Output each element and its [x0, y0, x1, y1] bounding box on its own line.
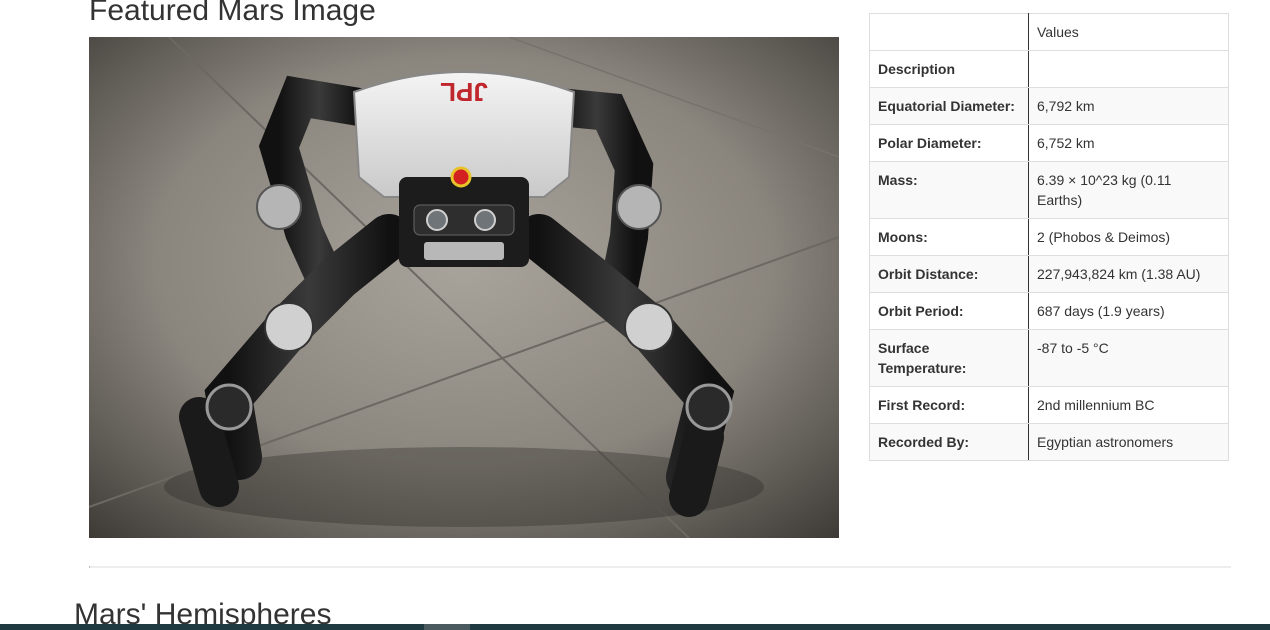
- fact-label: First Record:: [869, 386, 1029, 424]
- table-row: Surface Temperature: -87 to -5 °C: [869, 329, 1229, 387]
- table-row: Orbit Period: 687 days (1.9 years): [869, 292, 1229, 330]
- fact-value: 2 (Phobos & Deimos): [1028, 218, 1229, 256]
- fact-label: Recorded By:: [869, 423, 1029, 461]
- table-header-values: Values: [1028, 13, 1229, 51]
- table-row: Description: [869, 50, 1229, 88]
- table-row: First Record: 2nd millennium BC: [869, 386, 1229, 424]
- fact-label: Orbit Period:: [869, 292, 1029, 330]
- fact-value: 6,792 km: [1028, 87, 1229, 125]
- table-header-label: [869, 13, 1029, 51]
- fact-value: 2nd millennium BC: [1028, 386, 1229, 424]
- fact-value: Egyptian astronomers: [1028, 423, 1229, 461]
- table-row: Mass: 6.39 × 10^23 kg (0.11 Earths): [869, 161, 1229, 219]
- page: Featured Mars Image JPL Values Descripti…: [0, 0, 1270, 630]
- fact-value: [1028, 50, 1229, 88]
- fact-value: 6.39 × 10^23 kg (0.11 Earths): [1028, 161, 1229, 219]
- featured-image-title: Featured Mars Image: [89, 0, 376, 27]
- section-divider: [89, 566, 1231, 568]
- fact-value: -87 to -5 °C: [1028, 329, 1229, 387]
- table-row: Equatorial Diameter: 6,792 km: [869, 87, 1229, 125]
- fact-label: Orbit Distance:: [869, 255, 1029, 293]
- table-row: Orbit Distance: 227,943,824 km (1.38 AU): [869, 255, 1229, 293]
- fact-value: 687 days (1.9 years): [1028, 292, 1229, 330]
- fact-label: Surface Temperature:: [869, 329, 1029, 387]
- robot-logo: JPL: [440, 77, 488, 107]
- table-row: Moons: 2 (Phobos & Deimos): [869, 218, 1229, 256]
- fact-label: Equatorial Diameter:: [869, 87, 1029, 125]
- fact-label: Description: [869, 50, 1029, 88]
- fact-label: Polar Diameter:: [869, 124, 1029, 162]
- fact-label: Mass:: [869, 161, 1029, 219]
- mars-facts-table: Values Description Equatorial Diameter: …: [869, 13, 1229, 461]
- table-header-row: Values: [869, 13, 1229, 51]
- featured-mars-image: JPL: [89, 37, 839, 538]
- table-row: Polar Diameter: 6,752 km: [869, 124, 1229, 162]
- scrollbar-thumb[interactable]: [424, 624, 470, 630]
- fact-value: 6,752 km: [1028, 124, 1229, 162]
- fact-label: Moons:: [869, 218, 1029, 256]
- bottom-scroll-bar[interactable]: [0, 624, 1270, 630]
- table-row: Recorded By: Egyptian astronomers: [869, 423, 1229, 461]
- fact-value: 227,943,824 km (1.38 AU): [1028, 255, 1229, 293]
